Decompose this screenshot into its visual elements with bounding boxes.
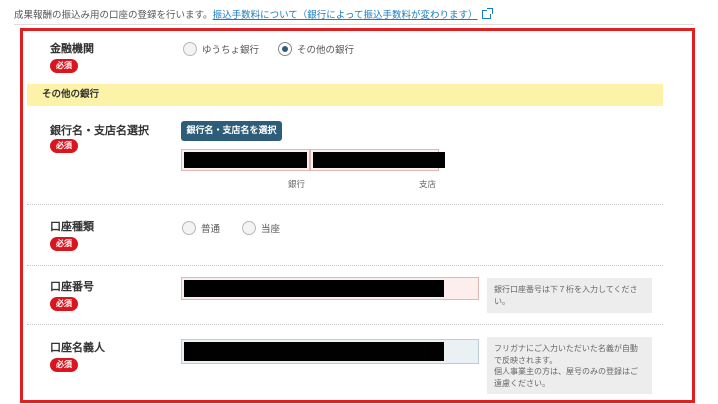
radio-label: 当座: [261, 224, 281, 235]
external-link-icon[interactable]: [481, 8, 493, 19]
required-badge: 必須: [50, 297, 78, 311]
bank-name-field[interactable]: [181, 149, 310, 171]
branch-caption: 支店: [419, 180, 437, 190]
account-holder-help-line: 個人事業主の方は、屋号のみの登録はご遠慮ください。: [494, 367, 638, 388]
account-number-label: 口座番号: [50, 280, 94, 293]
radio-ordinary[interactable]: 普通: [182, 221, 220, 235]
radio-circle-checked[interactable]: [278, 42, 292, 56]
required-badge: 必須: [50, 139, 78, 153]
intro-text: 成果報酬の振込み用の口座の登録を行います。振込手数料について（銀行によって振込手…: [14, 7, 493, 21]
other-bank-section-header: その他の銀行: [27, 84, 663, 106]
required-badge: 必須: [50, 59, 78, 73]
redacted-branch-name: [313, 152, 445, 168]
account-type-label: 口座種類: [50, 220, 94, 233]
top-divider: [14, 24, 694, 25]
radio-label: その他の銀行: [297, 45, 355, 56]
highlight-frame: 金融機関 必須 ゆうちょ銀行 その他の銀行 その他の銀行 銀行名・支店名選択 必…: [20, 28, 695, 403]
account-holder-input[interactable]: [181, 339, 479, 364]
bank-branch-label: 銀行名・支店名選択: [50, 124, 149, 137]
account-number-input[interactable]: [181, 277, 479, 300]
transfer-fee-link[interactable]: 振込手数料について（銀行によって振込手数料が変わります）: [213, 10, 478, 21]
row-divider: [27, 204, 663, 205]
radio-yucho-bank[interactable]: ゆうちょ銀行: [183, 42, 259, 56]
institution-label: 金融機関: [50, 42, 94, 55]
radio-label: 普通: [201, 224, 221, 235]
radio-circle[interactable]: [183, 42, 197, 56]
account-holder-help-line: フリガナにご入力いただいた名義が自動で反映されます。: [494, 344, 638, 365]
branch-name-field[interactable]: [310, 149, 445, 171]
account-number-help: 銀行口座番号は下７桁を入力してください。: [487, 278, 652, 313]
row-divider: [27, 324, 663, 325]
row-divider: [27, 265, 663, 266]
select-bank-branch-button[interactable]: 銀行名・支店名を選択: [181, 121, 282, 141]
radio-circle[interactable]: [182, 221, 196, 235]
required-badge: 必須: [50, 358, 78, 372]
required-badge: 必須: [50, 237, 78, 251]
redacted-bank-name: [184, 152, 307, 168]
account-holder-label: 口座名義人: [50, 341, 105, 354]
radio-label: ゆうちょ銀行: [202, 45, 260, 56]
radio-circle[interactable]: [242, 221, 256, 235]
bank-caption: 銀行: [288, 180, 306, 190]
intro-description: 成果報酬の振込み用の口座の登録を行います。: [14, 10, 213, 21]
radio-other-bank[interactable]: その他の銀行: [278, 42, 354, 56]
account-holder-help: フリガナにご入力いただいた名義が自動で反映されます。 個人事業主の方は、屋号のみ…: [487, 337, 652, 394]
radio-current[interactable]: 当座: [242, 221, 280, 235]
redacted-account-number: [184, 280, 444, 297]
redacted-account-holder: [184, 342, 444, 361]
